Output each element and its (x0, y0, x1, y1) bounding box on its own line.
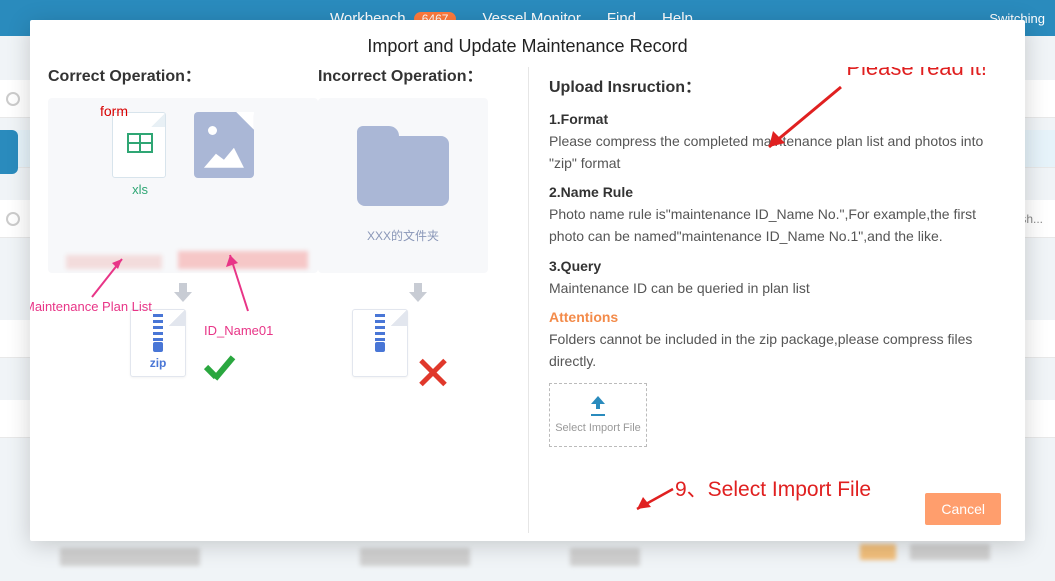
instr-query-text: Maintenance ID can be queried in plan li… (549, 278, 1007, 300)
upload-underline-icon (591, 414, 605, 416)
xls-file-icon: xls (112, 112, 168, 197)
zip-file-icon: zip (130, 309, 186, 377)
select-import-file-button[interactable]: Select Import File (549, 383, 647, 447)
import-modal: Import and Update Maintenance Record Cor… (30, 20, 1025, 541)
cancel-button[interactable]: Cancel (925, 493, 1001, 525)
instr-name-text: Photo name rule is"maintenance ID_Name N… (549, 204, 1007, 247)
upload-arrow-icon (591, 396, 605, 412)
incorrect-operation: Incorrect Operation： XXX的文件夹 (318, 67, 518, 533)
cross-icon (418, 358, 448, 388)
anno-please-read: Please read it! (846, 67, 987, 81)
correct-zip-result: zip (48, 309, 318, 387)
blur-smudge (66, 255, 162, 269)
correct-sources-box: xls (48, 98, 318, 273)
incorrect-heading: Incorrect Operation： (318, 67, 518, 88)
checkmark-icon (200, 359, 236, 387)
instructions-column: Upload Insruction： 1.Format Please compr… (528, 67, 1017, 533)
blur-smudge (910, 544, 990, 560)
correct-operation: Correct Operation： xls (48, 67, 318, 533)
image-file-icon (194, 112, 254, 178)
instr-name-heading: 2.Name Rule (549, 184, 1007, 200)
xls-label: xls (112, 182, 168, 197)
blur-smudge (178, 251, 308, 269)
arrow-select-icon (629, 483, 679, 517)
anno-select-import: 9、Select Import File (675, 473, 871, 503)
instr-attentions-text: Folders cannot be included in the zip pa… (549, 329, 1007, 372)
correct-heading: Correct Operation： (48, 67, 318, 88)
zip-label: zip (131, 356, 185, 370)
blur-smudge (570, 548, 640, 566)
modal-body: Correct Operation： xls (30, 67, 1025, 541)
folder-icon (357, 136, 449, 206)
blur-smudge (60, 548, 200, 566)
upload-box-label: Select Import File (555, 422, 641, 434)
arrow-down-icon (174, 283, 192, 303)
arrow-down-icon (409, 283, 427, 303)
operations-column: Correct Operation： xls (48, 67, 528, 533)
folder-label: XXX的文件夹 (318, 227, 488, 244)
instr-format-text: Please compress the completed maintenanc… (549, 131, 1007, 174)
zip-file-icon (352, 309, 408, 377)
modal-title: Import and Update Maintenance Record (30, 20, 1025, 67)
instr-attentions-heading: Attentions (549, 309, 1007, 325)
incorrect-source-box: XXX的文件夹 (318, 98, 488, 273)
instr-query-heading: 3.Query (549, 258, 1007, 274)
bg-active-indicator (0, 130, 18, 174)
instr-format-heading: 1.Format (549, 111, 1007, 127)
incorrect-zip-result (318, 309, 518, 388)
blur-smudge (860, 544, 896, 560)
blur-smudge (360, 548, 470, 566)
